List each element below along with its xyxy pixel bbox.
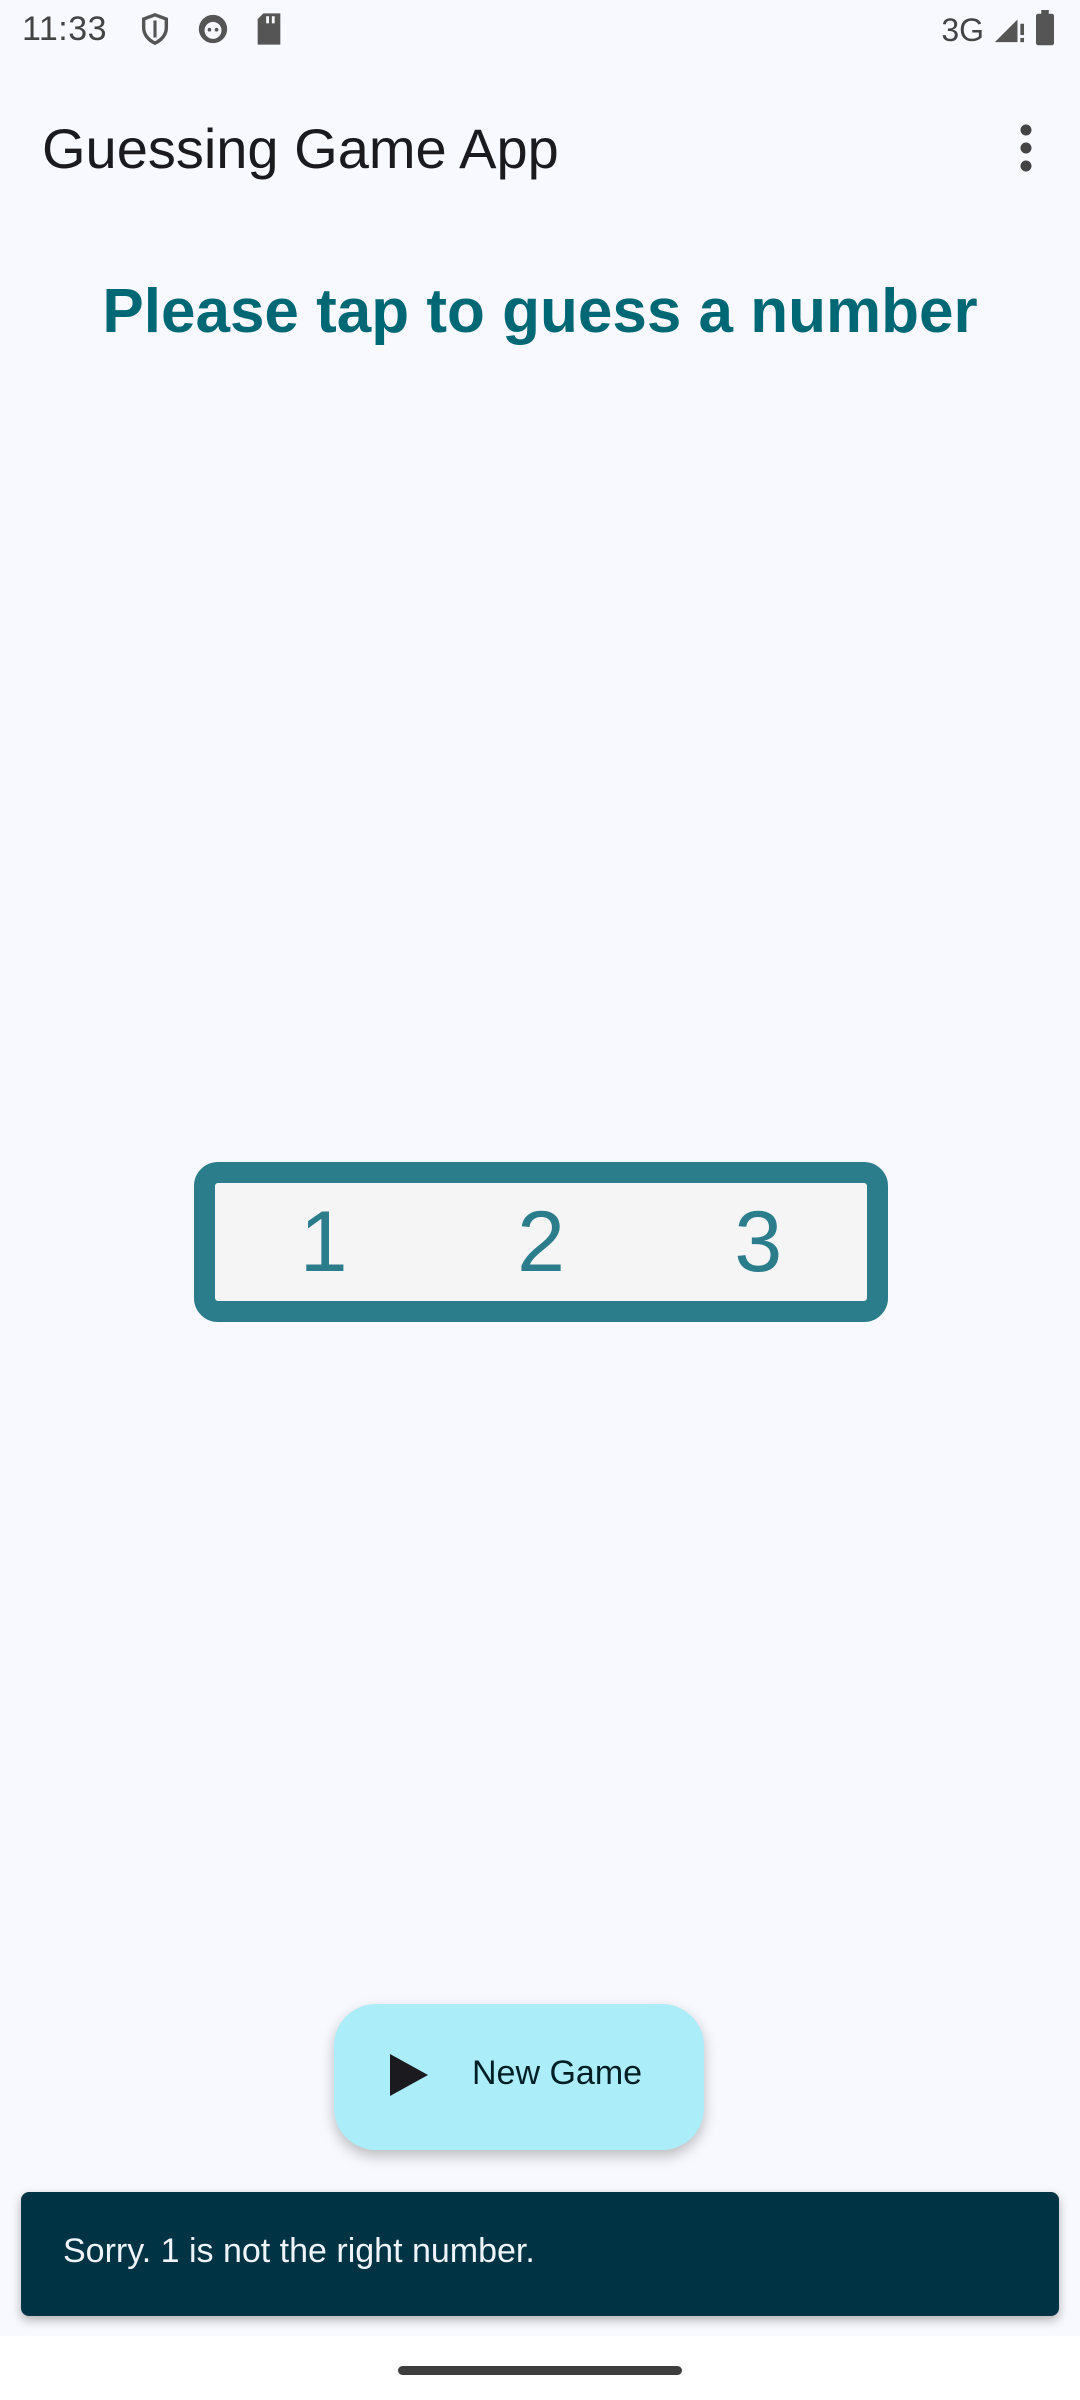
status-icons-right: 3G [941, 10, 1056, 51]
home-indicator[interactable] [398, 2366, 682, 2375]
navigation-bar [0, 2336, 1080, 2400]
more-vert-icon[interactable] [1004, 118, 1048, 178]
snackbar: Sorry. 1 is not the right number. [21, 2192, 1059, 2316]
prompt-text: Please tap to guess a number [102, 277, 978, 346]
app-bar: Guessing Game App [0, 88, 1080, 210]
screen: 11:33 3G Guessing Game App Please tap to… [0, 0, 1080, 2400]
number-picker: 1 2 3 [194, 1162, 888, 1322]
play-icon [388, 2052, 430, 2103]
sd-card-icon [254, 12, 284, 51]
signal-icon [992, 11, 1026, 50]
battery-icon [1034, 10, 1056, 51]
shield-icon [138, 12, 172, 51]
number-option-2[interactable]: 2 [432, 1183, 649, 1301]
snackbar-message: Sorry. 1 is not the right number. [63, 2232, 535, 2270]
new-game-label: New Game [472, 2054, 643, 2092]
status-bar: 11:33 3G [0, 0, 1080, 64]
network-type: 3G [941, 12, 984, 48]
status-time: 11:33 [22, 10, 108, 48]
app-title: Guessing Game App [42, 117, 559, 180]
number-option-3[interactable]: 3 [650, 1183, 867, 1301]
status-icons-left [138, 12, 284, 51]
face-icon [196, 12, 230, 51]
new-game-button[interactable]: New Game [334, 2004, 704, 2150]
number-option-1[interactable]: 1 [215, 1183, 432, 1301]
